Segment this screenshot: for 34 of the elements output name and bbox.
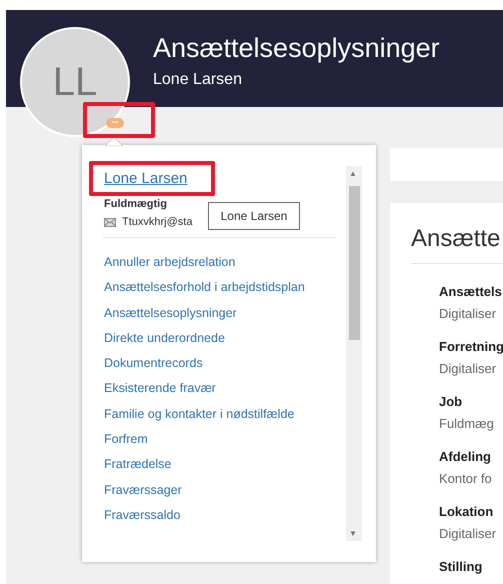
field-value: Fuldmæg <box>439 416 495 431</box>
tooltip: Lone Larsen <box>208 202 300 230</box>
field-label: Ansættels <box>439 284 503 299</box>
scroll-down-arrow[interactable]: ▼ <box>349 529 357 538</box>
action-link[interactable]: Ansættelsesoplysninger <box>104 300 339 326</box>
action-link[interactable]: Familie og kontakter i nødstilfælde <box>104 402 339 428</box>
field-value: Digitaliser <box>439 361 498 376</box>
field-label: Forretning <box>439 339 503 354</box>
field-value: Kontor fo <box>439 471 493 486</box>
scrollbar[interactable]: ▲ ▼ <box>346 166 362 541</box>
action-link[interactable]: Eksisterende fravær <box>104 376 339 402</box>
action-link[interactable]: Fraværssager <box>104 478 339 503</box>
email-address: Ttuxvkhrj@sta <box>122 216 192 228</box>
section-heading: Ansætte <box>411 225 503 264</box>
highlight-box <box>83 102 155 138</box>
field-value: Digitaliser <box>439 306 498 321</box>
action-link[interactable]: Dokumentrecords <box>104 351 339 376</box>
field-value: Digitaliser <box>439 526 498 541</box>
action-link[interactable]: Fraværssaldo <box>104 502 339 528</box>
page-title: Ansættelsesoplysninger <box>153 32 440 64</box>
field-label: Stilling <box>439 559 484 574</box>
mail-icon <box>104 218 116 226</box>
employee-name: Lone Larsen <box>153 71 243 89</box>
action-link[interactable]: Forfrem <box>104 427 339 452</box>
scroll-up-arrow[interactable]: ▲ <box>349 169 357 178</box>
action-link[interactable]: Annuller arbejdsrelation <box>104 250 339 276</box>
job-title: Fuldmægtig <box>104 198 168 210</box>
action-link[interactable]: Ansættelsesforhold i arbejdstidsplan <box>104 275 339 301</box>
field-label: Job <box>439 394 464 409</box>
name-link[interactable]: Lone Larsen <box>104 170 188 187</box>
action-link[interactable]: Direkte underordnede <box>104 326 339 352</box>
field-label: Lokation <box>439 504 494 519</box>
action-link[interactable]: Fratrædelse <box>104 452 339 478</box>
field-label: Afdeling <box>439 449 492 464</box>
